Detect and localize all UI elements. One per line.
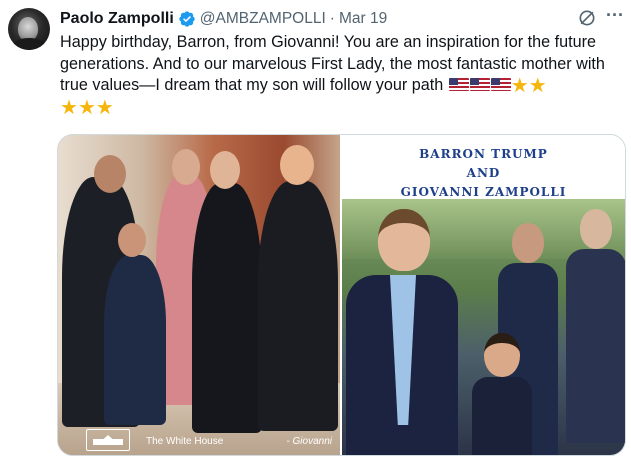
person-head: [378, 209, 430, 271]
person-figure: [192, 183, 262, 433]
photo-caption-left: The White House: [146, 436, 224, 447]
avatar-body: [12, 38, 46, 50]
more-options-icon[interactable]: ···: [606, 6, 626, 28]
star-emoji: ★: [95, 96, 114, 119]
person-head: [580, 209, 612, 249]
person-suit: [472, 377, 532, 455]
person-figure: [104, 255, 166, 425]
person-head: [118, 223, 146, 257]
person-head: [484, 333, 520, 377]
grok-icon[interactable]: [577, 8, 597, 28]
tweet-header: Paolo Zampolli @AMBZAMPOLLI · Mar 19: [60, 9, 387, 29]
author-name[interactable]: Paolo Zampolli: [60, 10, 174, 28]
tweet-card[interactable]: Paolo Zampolli @AMBZAMPOLLI · Mar 19 ···…: [0, 0, 631, 458]
person-figure: [566, 209, 625, 443]
person-figure: [342, 209, 462, 455]
crowd-photo: [342, 199, 625, 455]
us-flag-emoji: [469, 78, 490, 91]
us-flag-emoji: [490, 78, 511, 91]
photo-white-house[interactable]: The White House - Giovanni: [58, 135, 340, 455]
separator-dot: ·: [329, 10, 335, 27]
photo-caption-right: - Giovanni: [286, 436, 332, 447]
photo-title-line: AND: [466, 166, 501, 180]
person-head: [94, 155, 126, 193]
media-grid: The White House - Giovanni BARRON TRUMP …: [57, 134, 626, 456]
author-handle[interactable]: @AMBZAMPOLLI: [200, 10, 326, 28]
person-figure: [258, 181, 338, 431]
person-head: [172, 149, 200, 185]
person-head: [280, 145, 314, 185]
verified-badge-icon: [179, 11, 195, 27]
person-head: [210, 151, 240, 189]
tweet-date[interactable]: Mar 19: [339, 10, 387, 28]
star-emoji: ★: [528, 75, 547, 97]
star-emoji: ★: [60, 96, 78, 119]
photo-title: BARRON TRUMP AND GIOVANNI ZAMPOLLI: [342, 145, 625, 202]
person-suit: [566, 249, 625, 443]
us-flag-emoji: [448, 78, 469, 91]
photo-title-line: BARRON TRUMP: [419, 147, 548, 161]
star-emoji: ★: [510, 75, 529, 97]
star-emoji: ★: [77, 96, 96, 119]
tweet-body: Happy birthday, Barron, from Giovanni! Y…: [60, 32, 628, 118]
white-house-logo-icon: [86, 429, 130, 451]
photo-barron-giovanni[interactable]: BARRON TRUMP AND GIOVANNI ZAMPOLLI: [342, 135, 625, 455]
person-head: [512, 223, 544, 263]
author-avatar[interactable]: [8, 8, 50, 50]
person-figure: [472, 333, 532, 455]
